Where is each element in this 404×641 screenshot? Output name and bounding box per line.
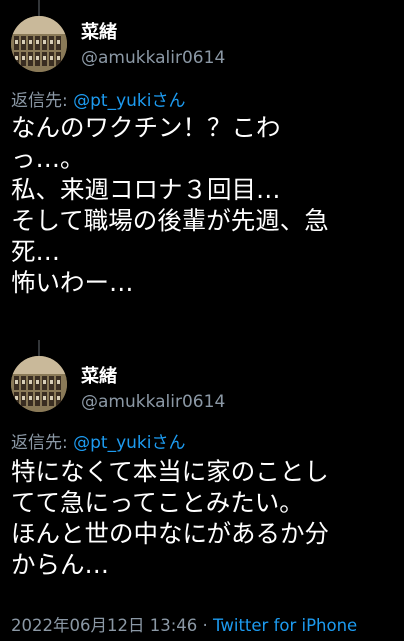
replying-to-label: 返信先:	[11, 433, 74, 453]
display-name[interactable]: 菜緒	[81, 362, 117, 388]
tweet-text-line: 怖いわー…	[11, 268, 134, 297]
tweet-text-line: 私、来週コロナ３回目…	[11, 175, 281, 204]
user-handle[interactable]: @amukkalir0614	[81, 392, 225, 412]
avatar-image	[11, 356, 67, 412]
tweet-text-line: からん…	[11, 550, 109, 579]
display-name[interactable]: 菜緒	[81, 18, 117, 44]
tweet-text-line: っ…。	[11, 144, 85, 173]
separator-dot: ·	[202, 616, 208, 635]
tweet-text-line: てて急にってことみたい。	[11, 488, 304, 517]
replying-to: 返信先: @pt_yukiさん	[11, 86, 186, 111]
tweet-text: なんのワクチン！？こわ っ…。 私、来週コロナ３回目… そして職場の後輩が先週、…	[11, 112, 396, 298]
tweet-text-line: そして職場の後輩が先週、急	[11, 206, 329, 235]
tweet-1[interactable]: 菜緒 @amukkalir0614 返信先: @pt_yukiさん なんのワクチ…	[0, 0, 404, 340]
timestamp[interactable]: 2022年06月12日 13:46	[11, 616, 197, 635]
tweet-2[interactable]: 菜緒 @amukkalir0614 返信先: @pt_yukiさん 特になくて本…	[0, 340, 404, 641]
tweet-footer: 2022年06月12日 13:46 · Twitter for iPhone	[11, 612, 357, 636]
tweet-text-line: 特になくて本当に家のことし	[11, 457, 329, 486]
replying-to: 返信先: @pt_yukiさん	[11, 428, 186, 453]
mention-link[interactable]: @pt_yukiさん	[73, 433, 185, 453]
avatar[interactable]	[11, 356, 67, 412]
user-handle[interactable]: @amukkalir0614	[81, 48, 225, 68]
tweet-text: 特になくて本当に家のことし てて急にってことみたい。 ほんと世の中なにがあるか分…	[11, 456, 396, 580]
avatar-image	[11, 16, 67, 72]
source-link[interactable]: Twitter for iPhone	[213, 616, 357, 635]
avatar[interactable]	[11, 16, 67, 72]
tweet-text-line: なんのワクチン！？こわ	[11, 113, 281, 142]
mention-link[interactable]: @pt_yukiさん	[73, 91, 185, 111]
replying-to-label: 返信先:	[11, 91, 74, 111]
tweet-text-line: ほんと世の中なにがあるか分	[11, 519, 330, 548]
tweet-text-line: 死…	[11, 237, 60, 266]
